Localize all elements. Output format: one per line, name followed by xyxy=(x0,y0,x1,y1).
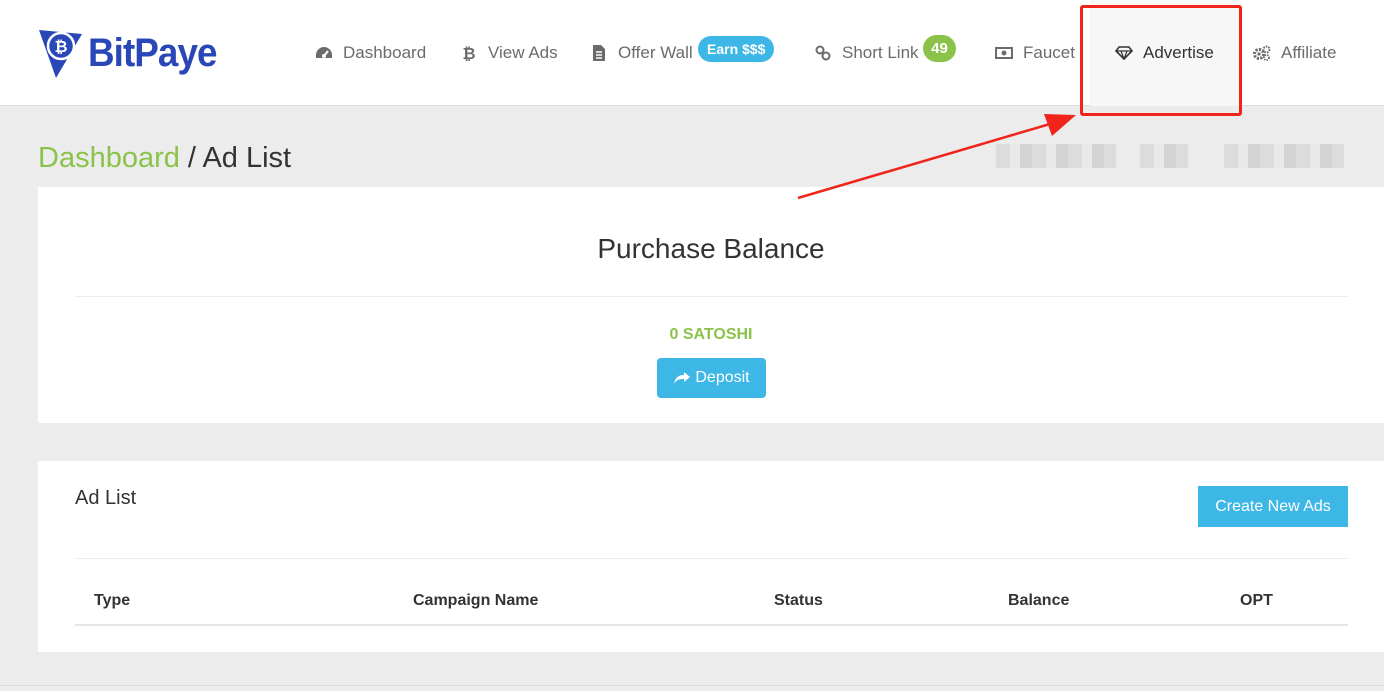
divider xyxy=(75,296,1348,297)
short-link-badge: 49 xyxy=(923,35,956,62)
nav-short-link-label: Short Link xyxy=(842,43,919,62)
diamond-icon xyxy=(1115,44,1133,62)
deposit-button-label: Deposit xyxy=(695,369,750,386)
bitpaye-logo-icon: ₿ xyxy=(39,30,82,78)
brand-name: BitPaye xyxy=(88,30,217,75)
breadcrumb-separator: / xyxy=(179,142,203,174)
nav-faucet-label: Faucet xyxy=(1023,43,1075,62)
balance-amount: 0 SATOSHI xyxy=(669,326,753,343)
nav-affiliate[interactable]: Affiliate xyxy=(1253,0,1336,106)
column-header-status: Status xyxy=(774,592,823,609)
svg-text:₿: ₿ xyxy=(462,44,475,62)
nav-offer-wall-label: Offer Wall xyxy=(618,43,693,62)
column-header-opt: OPT xyxy=(1240,592,1273,609)
link-icon xyxy=(814,44,832,62)
purchase-balance-card: Purchase Balance 0 SATOSHI Deposit xyxy=(38,187,1384,423)
redacted-info xyxy=(1224,144,1344,168)
brand-logo[interactable]: ₿ BitPaye xyxy=(36,24,228,82)
create-new-ads-button[interactable]: Create New Ads xyxy=(1198,486,1348,527)
column-header-type: Type xyxy=(94,592,131,609)
nav-affiliate-label: Affiliate xyxy=(1281,43,1337,62)
nav-dashboard-label: Dashboard xyxy=(343,43,427,62)
ad-list-card: Ad List Create New Ads Type Campaign Nam… xyxy=(38,461,1384,652)
tachometer-icon xyxy=(315,44,333,62)
purchase-balance-title: Purchase Balance xyxy=(597,233,825,264)
bitcoin-icon: ₿ xyxy=(460,44,478,62)
nav-offer-wall[interactable]: Offer Wall xyxy=(590,0,693,106)
column-header-campaign-name: Campaign Name xyxy=(413,592,539,609)
page-title: Dashboard / Ad List xyxy=(38,142,291,175)
top-navbar: ₿ BitPaye Dashboard ₿ View Ads Offer Wal… xyxy=(0,0,1384,106)
nav-short-link[interactable]: Short Link xyxy=(814,0,919,106)
table-divider xyxy=(75,624,1348,626)
nav-view-ads-label: View Ads xyxy=(488,43,558,62)
breadcrumb-current: Ad List xyxy=(202,142,292,174)
footer-divider xyxy=(0,685,1384,686)
nav-view-ads[interactable]: ₿ View Ads xyxy=(460,0,558,106)
breadcrumb-dashboard-link[interactable]: Dashboard xyxy=(38,142,180,174)
money-icon xyxy=(995,44,1013,62)
svg-text:₿: ₿ xyxy=(54,37,67,56)
file-icon xyxy=(590,44,608,62)
column-header-balance: Balance xyxy=(1008,592,1070,609)
deposit-button[interactable]: Deposit xyxy=(657,358,766,398)
share-arrow-icon xyxy=(674,372,691,384)
ad-list-title: Ad List xyxy=(75,487,137,509)
divider xyxy=(75,558,1348,559)
offer-wall-badge: Earn $$$ xyxy=(698,36,775,62)
nav-faucet[interactable]: Faucet xyxy=(995,0,1075,106)
nav-advertise-label: Advertise xyxy=(1143,43,1214,62)
redacted-info xyxy=(1140,144,1188,168)
redacted-info xyxy=(996,144,1116,168)
gears-icon xyxy=(1253,44,1271,62)
nav-dashboard[interactable]: Dashboard xyxy=(315,0,426,106)
nav-advertise[interactable]: Advertise xyxy=(1090,0,1241,106)
